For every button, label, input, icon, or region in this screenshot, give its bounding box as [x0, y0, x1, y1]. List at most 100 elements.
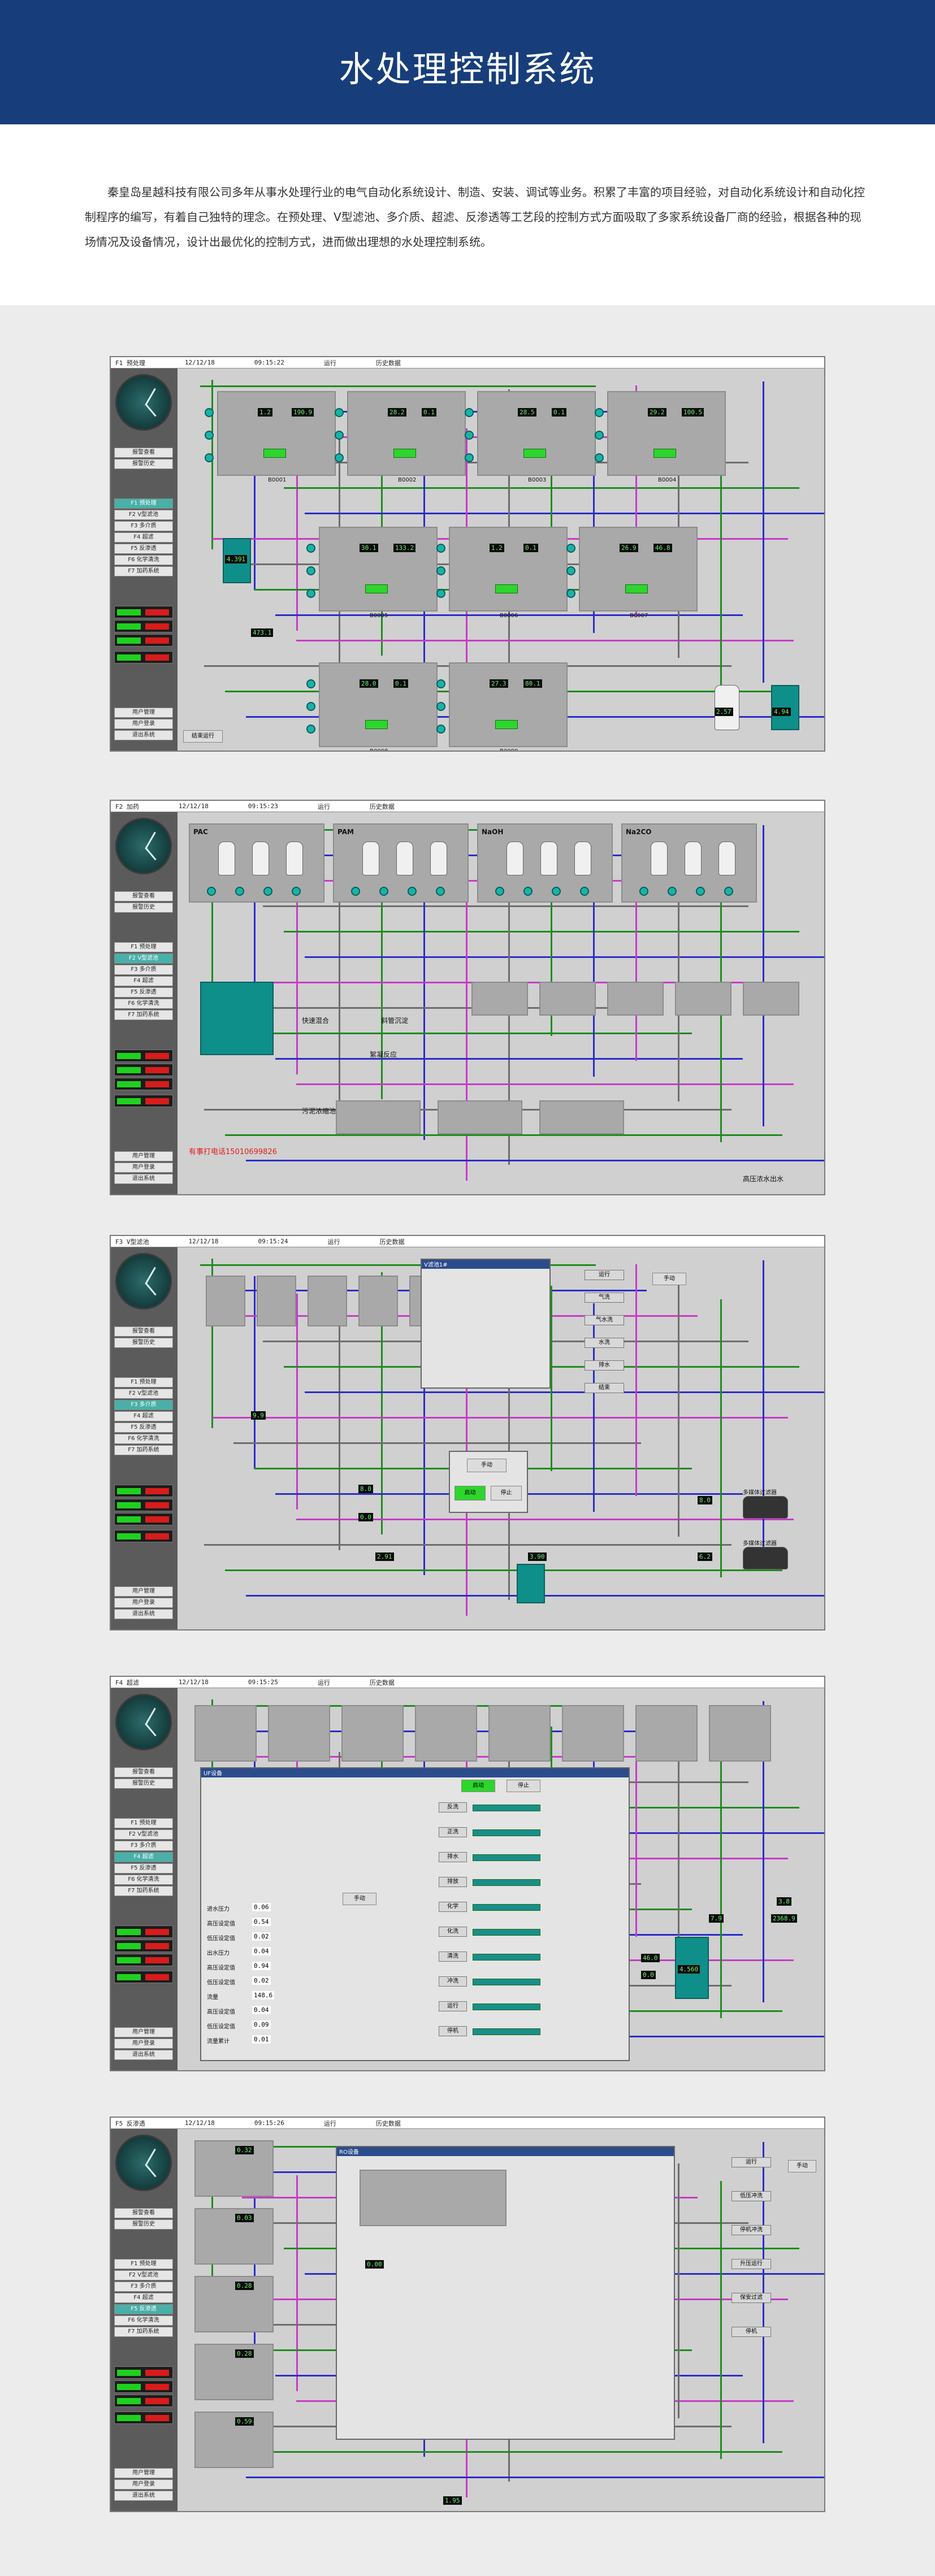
uf-unit[interactable]: [268, 1705, 330, 1762]
sidebar-button[interactable]: 退出系统: [114, 1609, 173, 1619]
sequence-step[interactable]: 化洗: [439, 1927, 467, 1937]
sidebar-button[interactable]: 用户登录: [114, 1598, 173, 1608]
pump-icon[interactable]: [306, 589, 315, 598]
pump-icon[interactable]: [335, 408, 344, 417]
uf-unit[interactable]: [341, 1705, 404, 1762]
sidebar-button[interactable]: 报警历史: [114, 2219, 173, 2230]
sidebar-button[interactable]: F7 加药系统: [114, 2327, 173, 2337]
pump-icon[interactable]: [205, 431, 214, 440]
pump-icon[interactable]: [580, 887, 589, 896]
pump-icon[interactable]: [335, 431, 344, 440]
filter-unit[interactable]: 1.2 190.9: [217, 391, 336, 476]
uf-unit[interactable]: [194, 1705, 257, 1762]
manual-button[interactable]: 手动: [467, 1459, 507, 1472]
start-button[interactable]: 启动: [461, 1780, 495, 1792]
sequence-step[interactable]: 清洗: [439, 1951, 467, 1962]
pump-icon[interactable]: [436, 725, 445, 734]
pump-icon[interactable]: [292, 887, 301, 896]
uf-unit[interactable]: [415, 1705, 477, 1762]
sidebar-button[interactable]: 用户登录: [114, 2039, 173, 2049]
filter-unit[interactable]: 30.1 133.2: [319, 527, 438, 612]
filter-unit[interactable]: [257, 1276, 296, 1326]
sidebar-button[interactable]: 退出系统: [114, 2491, 173, 2501]
filter-unit[interactable]: [358, 1276, 398, 1326]
pump-icon[interactable]: [552, 887, 561, 896]
filter-unit[interactable]: 28.5 0.1: [477, 391, 596, 476]
sequence-step[interactable]: 冲洗: [439, 1976, 467, 1987]
sidebar-button[interactable]: F2 V型滤池: [114, 1389, 173, 1399]
ro-unit[interactable]: 0.28: [194, 2276, 274, 2332]
pump-icon[interactable]: [436, 589, 445, 598]
sequence-step[interactable]: 排水: [439, 1852, 467, 1862]
pump-icon[interactable]: [639, 887, 648, 896]
pump-icon[interactable]: [306, 725, 315, 734]
sidebar-button[interactable]: F1 预处理: [114, 942, 173, 952]
pump-icon[interactable]: [724, 887, 733, 896]
sidebar-button[interactable]: F4 超滤: [114, 1411, 173, 1421]
sequence-step[interactable]: 结束: [585, 1383, 624, 1393]
sequence-step[interactable]: 停机: [439, 2026, 467, 2036]
sidebar-button[interactable]: F1 预处理: [114, 498, 173, 509]
pump-icon[interactable]: [436, 566, 445, 575]
sidebar-button[interactable]: F3 多介质: [114, 1400, 173, 1410]
sidebar-button[interactable]: 报警查看: [114, 1767, 173, 1777]
sidebar-button[interactable]: 用户管理: [114, 1586, 173, 1597]
pump-icon[interactable]: [351, 887, 360, 896]
sidebar-button[interactable]: 用户管理: [114, 2027, 173, 2037]
start-button[interactable]: 启动: [454, 1486, 486, 1501]
sequence-step[interactable]: 保安过滤: [731, 2293, 771, 2303]
pump-icon[interactable]: [465, 431, 474, 440]
sidebar-button[interactable]: 用户管理: [114, 2468, 173, 2478]
sidebar-button[interactable]: 用户登录: [114, 2479, 173, 2490]
sidebar-button[interactable]: 用户登录: [114, 719, 173, 729]
sidebar-button[interactable]: 用户管理: [114, 708, 173, 718]
pump-icon[interactable]: [436, 702, 445, 711]
filter-unit[interactable]: 28.0 0.1: [319, 662, 438, 747]
sidebar-button[interactable]: F5 反渗透: [114, 544, 173, 554]
filter-unit[interactable]: [206, 1276, 245, 1326]
sidebar-button[interactable]: F3 多介质: [114, 1841, 173, 1851]
sidebar-button[interactable]: F7 加药系统: [114, 566, 173, 576]
pump-icon[interactable]: [235, 887, 244, 896]
sidebar-button[interactable]: 退出系统: [114, 730, 173, 740]
end-run-button[interactable]: 结束运行: [183, 730, 223, 743]
sidebar-button[interactable]: F3 多介质: [114, 521, 173, 531]
filter-unit[interactable]: 28.2 0.1: [347, 391, 466, 476]
pump-icon[interactable]: [595, 453, 604, 462]
pump-icon[interactable]: [306, 702, 315, 711]
sidebar-button[interactable]: F2 V型滤池: [114, 2270, 173, 2280]
sequence-step[interactable]: 排水: [585, 1360, 624, 1371]
pump-icon[interactable]: [495, 887, 504, 896]
sidebar-button[interactable]: 报警查看: [114, 448, 173, 458]
sidebar-button[interactable]: F6 化学清洗: [114, 1875, 173, 1885]
sidebar-button[interactable]: 用户管理: [114, 1151, 173, 1161]
sidebar-button[interactable]: 报警历史: [114, 1779, 173, 1789]
sidebar-button[interactable]: F5 反渗透: [114, 1863, 173, 1874]
sequence-step[interactable]: 气水洗: [585, 1315, 624, 1325]
ro-unit[interactable]: 0.59: [194, 2412, 274, 2468]
sidebar-button[interactable]: F4 超滤: [114, 1852, 173, 1862]
manual-button[interactable]: 手动: [652, 1273, 686, 1285]
pump-icon[interactable]: [566, 589, 575, 598]
sidebar-button[interactable]: F7 加药系统: [114, 1445, 173, 1455]
pump-icon[interactable]: [436, 887, 445, 896]
manual-button[interactable]: 手动: [343, 1893, 376, 1905]
pump-icon[interactable]: [436, 544, 445, 553]
uf-unit[interactable]: [488, 1705, 551, 1762]
pump-icon[interactable]: [523, 887, 533, 896]
sidebar-button[interactable]: 报警查看: [114, 891, 173, 901]
uf-unit[interactable]: [562, 1705, 624, 1762]
sidebar-button[interactable]: 报警历史: [114, 1338, 173, 1348]
pump-icon[interactable]: [205, 453, 214, 462]
sidebar-button[interactable]: 报警查看: [114, 2208, 173, 2218]
pump-icon[interactable]: [465, 453, 474, 462]
sidebar-button[interactable]: 退出系统: [114, 1174, 173, 1184]
pump-icon[interactable]: [207, 887, 216, 896]
pump-icon[interactable]: [566, 544, 575, 553]
sidebar-button[interactable]: F1 预处理: [114, 2259, 173, 2269]
sidebar-button[interactable]: F5 反渗透: [114, 987, 173, 998]
sidebar-button[interactable]: F6 化学清洗: [114, 999, 173, 1009]
pump-icon[interactable]: [595, 431, 604, 440]
sidebar-button[interactable]: 用户登录: [114, 1163, 173, 1173]
sequence-step[interactable]: 停机: [731, 2327, 771, 2337]
